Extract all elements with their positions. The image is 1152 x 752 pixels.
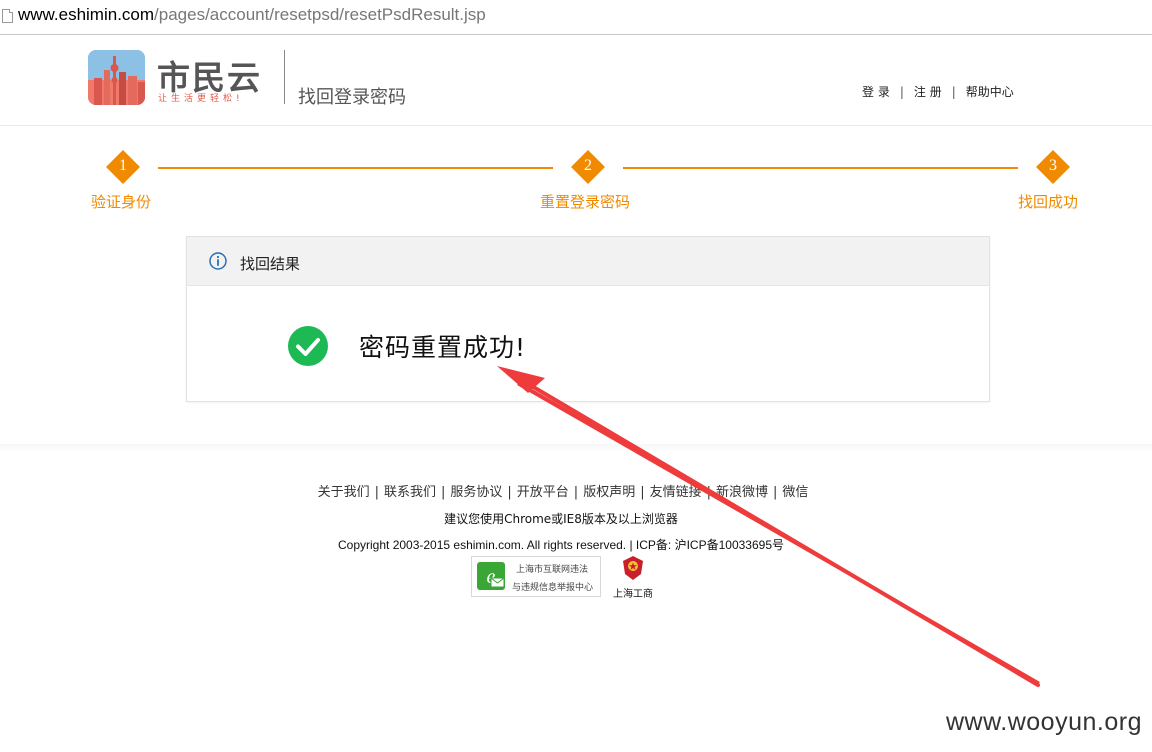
e-letter-icon: e: [477, 562, 505, 590]
watermark-text: www.wooyun.org: [946, 708, 1142, 736]
step-connector: [623, 167, 1018, 169]
footer-link[interactable]: 开放平台: [517, 485, 569, 500]
footer-link[interactable]: 联系我们: [384, 485, 436, 500]
help-center-link[interactable]: 帮助中心: [966, 85, 1014, 99]
footer-separator: |: [374, 485, 379, 500]
register-link[interactable]: 注 册: [914, 85, 942, 99]
result-panel: 找回结果 密码重置成功!: [186, 236, 990, 402]
report-center-badge[interactable]: e 上海市互联网违法 与违规信息举报中心: [471, 556, 601, 597]
nav-separator: |: [899, 85, 904, 99]
report-badge-line1: 上海市互联网违法: [516, 565, 589, 575]
footer-separator: |: [507, 485, 512, 500]
app-logo-icon[interactable]: [88, 50, 145, 105]
copyright-text: Copyright 2003-2015 eshimin.com. All rig…: [338, 538, 784, 552]
page-title: 找回登录密码: [298, 87, 406, 108]
page-icon: [2, 9, 13, 23]
gongshang-badge[interactable]: 上海工商: [610, 556, 660, 600]
footer-link[interactable]: 微信: [782, 485, 808, 500]
footer-link[interactable]: 服务协议: [450, 485, 502, 500]
footer-separator: |: [773, 485, 778, 500]
step-label: 找回成功: [1018, 193, 1079, 211]
report-badge-line2: 与违规信息举报中心: [512, 583, 594, 593]
info-circle-icon: [209, 252, 227, 270]
footer-separator: |: [640, 485, 645, 500]
nav-separator: |: [951, 85, 956, 99]
logo-slogan: 让生活更轻松!: [158, 94, 244, 104]
step-label: 验证身份: [91, 193, 152, 211]
step-number: 2: [584, 157, 592, 174]
footer-links: 关于我们 | 联系我们 | 服务协议 | 开放平台 | 版权声明 | 友情链接 | 新浪微博 | 微信: [0, 481, 1126, 500]
browser-tip: 建议您使用Chrome或IE8版本及以上浏览器: [444, 512, 678, 526]
footer-link[interactable]: 版权声明: [583, 485, 635, 500]
footer-link[interactable]: 友情链接: [650, 485, 702, 500]
login-link[interactable]: 登 录: [862, 85, 890, 99]
footer-separator: |: [573, 485, 579, 500]
step-label: 重置登录密码: [540, 193, 631, 211]
address-bar[interactable]: www.eshimin.com/pages/account/resetpsd/r…: [0, 0, 1152, 35]
footer-separator: |: [440, 485, 446, 500]
footer-link[interactable]: 新浪微博: [716, 485, 768, 500]
footer-separator: |: [706, 485, 711, 500]
url-text[interactable]: www.eshimin.com/pages/account/resetpsd/r…: [18, 5, 486, 25]
result-panel-title: 找回结果: [240, 255, 301, 273]
url-domain: www.eshimin.com: [18, 5, 155, 24]
check-circle-icon: [288, 326, 328, 366]
footer-divider: [0, 444, 1152, 452]
site-header: 市民云 让生活更轻松! 找回登录密码 登 录 | 注 册 | 帮助中心: [0, 35, 1152, 126]
police-emblem-icon: [623, 556, 643, 580]
header-divider: [284, 50, 285, 104]
footer-link[interactable]: 关于我们: [318, 485, 370, 500]
top-nav: 登 录 | 注 册 | 帮助中心: [862, 83, 1014, 100]
result-message: 密码重置成功!: [359, 333, 527, 362]
step-connector: [158, 167, 553, 169]
step-number: 1: [119, 157, 127, 174]
gongshang-label: 上海工商: [613, 589, 653, 600]
result-panel-header: 找回结果: [187, 237, 989, 286]
step-number: 3: [1049, 157, 1057, 174]
url-path: /pages/account/resetpsd/resetPsdResult.j…: [154, 5, 486, 24]
